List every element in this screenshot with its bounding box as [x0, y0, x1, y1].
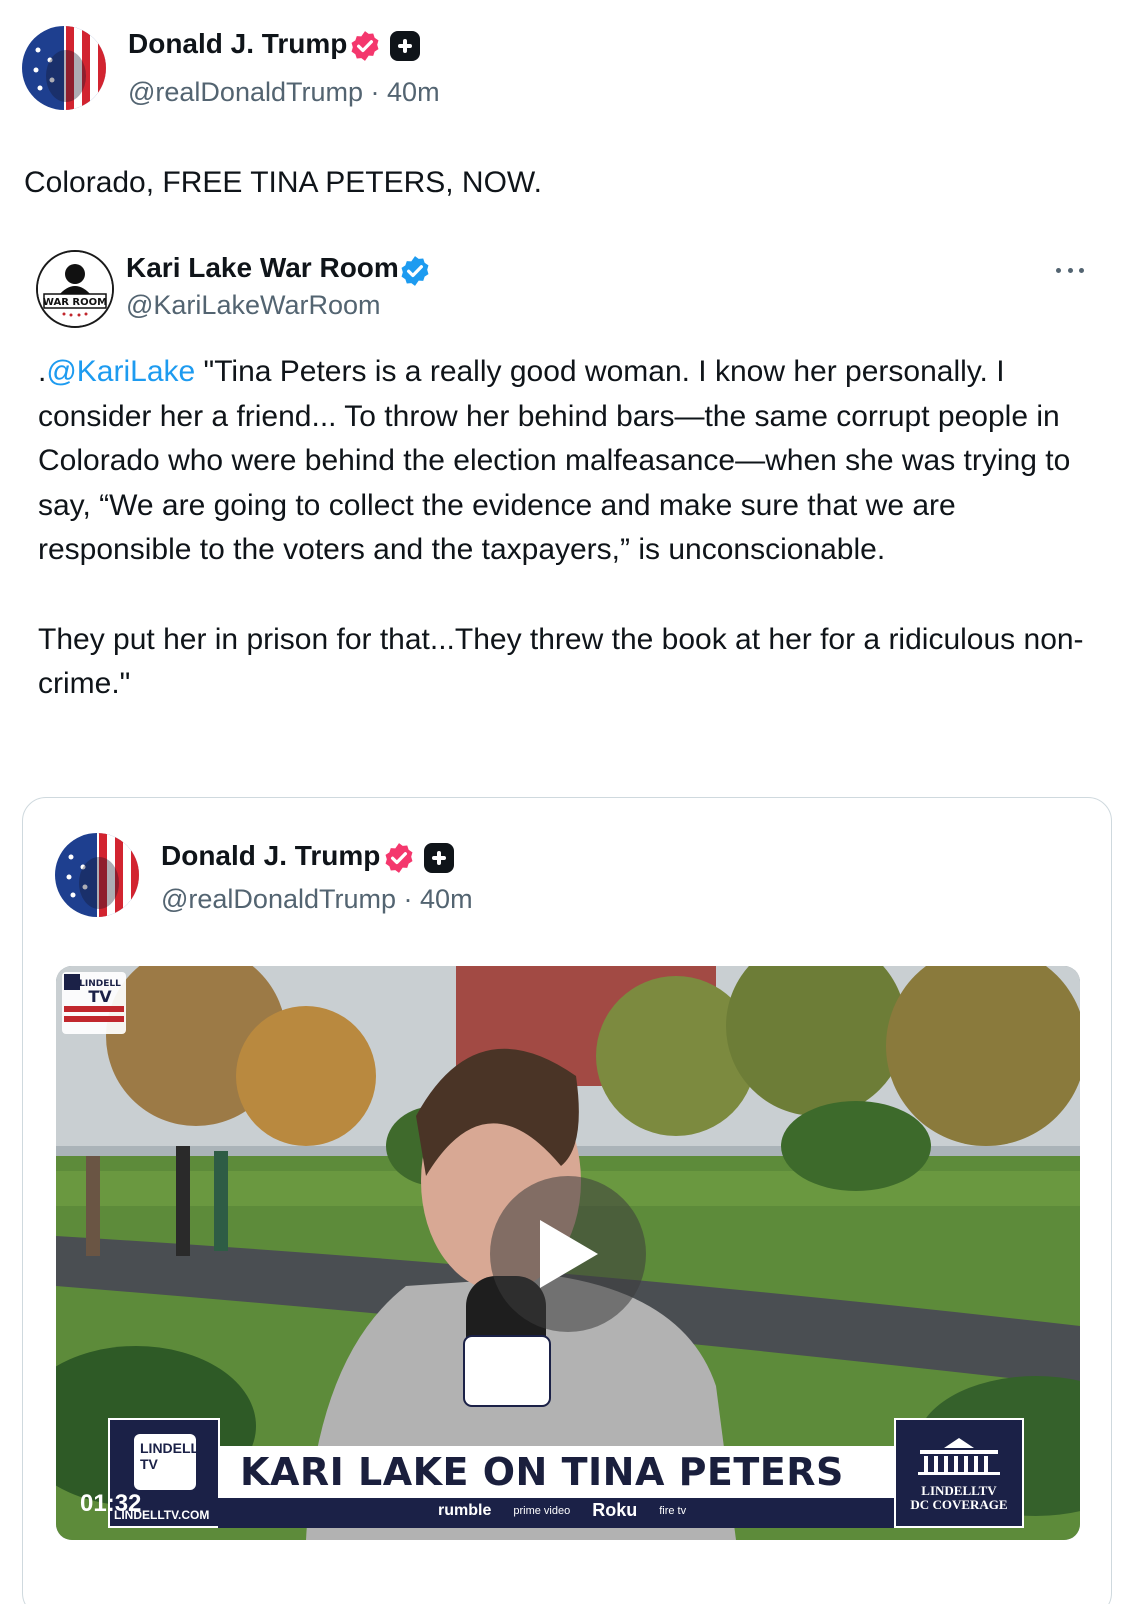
- quote-author-name[interactable]: Kari Lake War Room: [126, 252, 399, 284]
- embed-time[interactable]: 40m: [420, 884, 473, 914]
- plus-badge-icon: [390, 31, 420, 61]
- kari-lake-war-room-avatar[interactable]: WAR ROOM: [36, 250, 114, 328]
- plus-badge-icon: [424, 843, 454, 873]
- quote-paragraph-2: They put her in prison for that...They t…: [38, 622, 1084, 701]
- handle-text: @realDonaldTrump: [161, 884, 396, 914]
- quote-body: .@KariLake "Tina Peters is a really good…: [38, 350, 1098, 707]
- svg-text:WAR ROOM: WAR ROOM: [43, 297, 107, 308]
- handle-separator: ·: [370, 77, 380, 107]
- mention-link[interactable]: @KariLake: [46, 355, 195, 388]
- more-dot: [1067, 267, 1073, 273]
- dc-label-line1: LINDELLTV: [921, 1483, 997, 1498]
- handle-text: @realDonaldTrump: [128, 77, 363, 107]
- platform-fire-tv: fire tv: [659, 1504, 687, 1517]
- platform-logos: rumble prime video Roku fire tv: [438, 1500, 686, 1521]
- trump-avatar-image: [55, 833, 139, 917]
- embed-author-avatar[interactable]: [55, 833, 139, 917]
- embed-author-name[interactable]: Donald J. Trump: [161, 840, 380, 872]
- embed-author-handle[interactable]: @realDonaldTrump · 40m: [161, 884, 473, 915]
- war-room-logo-image: WAR ROOM: [38, 252, 112, 326]
- post-author-name[interactable]: Donald J. Trump: [128, 28, 347, 60]
- lindell-tv-corner-logo: LINDELL TV: [62, 972, 126, 1034]
- dc-coverage-box: LINDELLTV DC COVERAGE: [894, 1418, 1024, 1528]
- play-icon: [540, 1220, 598, 1288]
- quote-paragraph-1: .@KariLake "Tina Peters is a really good…: [38, 350, 1098, 573]
- video-duration: 01:32: [80, 1490, 142, 1517]
- post-time[interactable]: 40m: [387, 77, 440, 107]
- lindell-tv-logo-text: LINDELL TV: [140, 1440, 199, 1472]
- verified-badge-icon: [401, 256, 429, 286]
- platform-roku: Roku: [592, 1500, 638, 1520]
- post-author-handle[interactable]: @realDonaldTrump · 40m: [128, 77, 440, 108]
- play-button[interactable]: [490, 1176, 646, 1332]
- handle-separator: ·: [403, 884, 413, 914]
- more-dot: [1079, 267, 1084, 273]
- white-house-icon: [918, 1438, 1000, 1475]
- lower-third-title: KARI LAKE ON TINA PETERS: [240, 1450, 844, 1494]
- platform-rumble: rumble: [438, 1501, 492, 1519]
- dc-coverage-label: LINDELLTV DC COVERAGE: [896, 1484, 1022, 1512]
- more-icon[interactable]: [1050, 258, 1090, 282]
- post-text: Colorado, FREE TINA PETERS, NOW.: [24, 166, 542, 199]
- dc-label-line2: DC COVERAGE: [910, 1497, 1008, 1512]
- platform-prime-video: prime video: [513, 1504, 571, 1517]
- verified-badge-icon: [385, 843, 413, 873]
- more-dot: [1056, 267, 1061, 273]
- verified-badge-icon: [351, 31, 379, 61]
- trump-avatar-image: [22, 26, 106, 110]
- trump-avatar[interactable]: [22, 26, 106, 110]
- svg-text:TV: TV: [88, 987, 112, 1006]
- quote-author-handle[interactable]: @KariLakeWarRoom: [126, 290, 380, 321]
